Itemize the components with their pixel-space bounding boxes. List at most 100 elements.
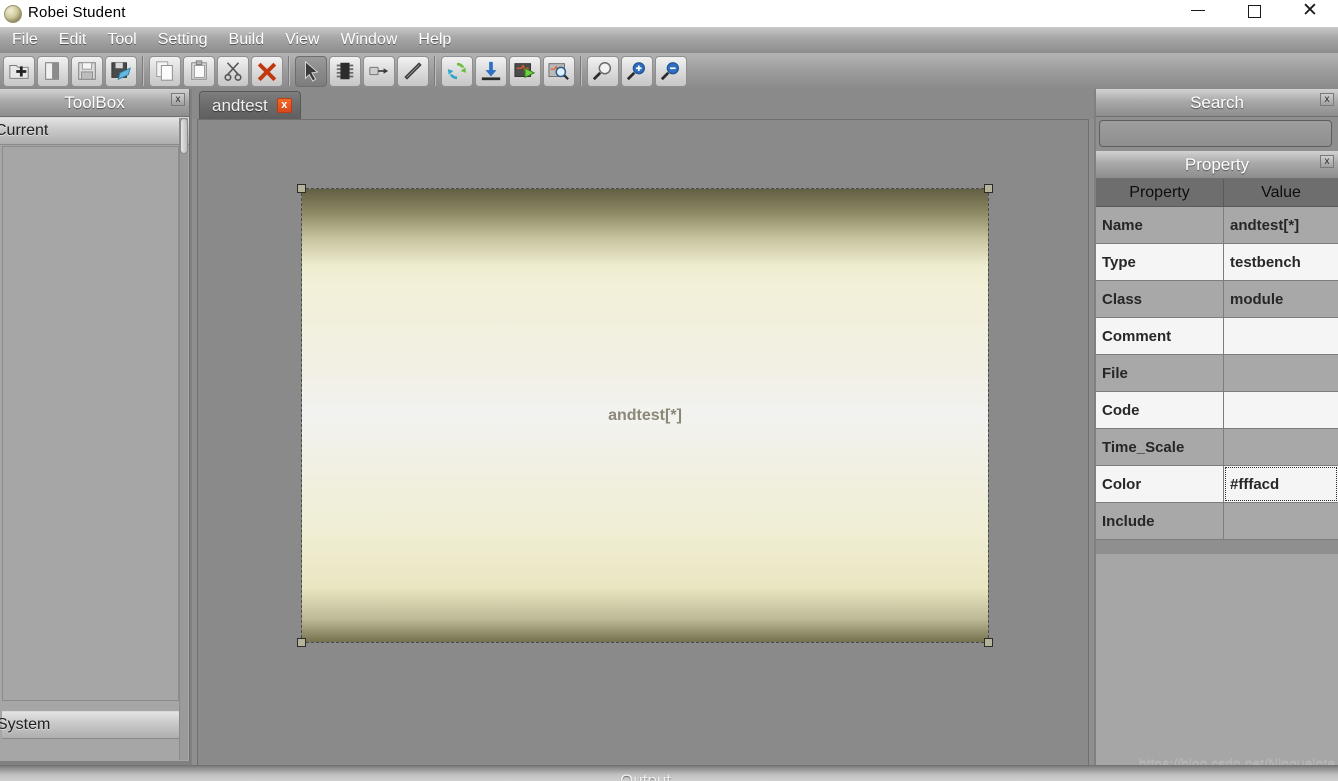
save-button[interactable] bbox=[71, 55, 103, 87]
search-panel-caption: Search x bbox=[1096, 89, 1338, 117]
module-block-andtest[interactable]: andtest[*] bbox=[297, 184, 993, 647]
menu-item-view[interactable]: View bbox=[275, 28, 330, 52]
toolbox-section-system-label: System bbox=[0, 716, 51, 733]
add-port-button[interactable] bbox=[363, 55, 395, 87]
output-panel-tab[interactable]: Output bbox=[620, 772, 671, 781]
toolbar-separator bbox=[580, 56, 582, 86]
new-project-button[interactable] bbox=[3, 55, 35, 87]
toolbox-panel: ToolBox x Current System bbox=[0, 89, 190, 761]
property-name: Comment bbox=[1096, 318, 1224, 354]
design-canvas[interactable]: andtest[*] Graph Code bbox=[197, 119, 1089, 781]
menu-item-file[interactable]: File bbox=[2, 28, 49, 52]
port-connector-icon bbox=[369, 66, 389, 76]
chip-module-icon bbox=[336, 62, 354, 80]
property-panel-caption: Property x bbox=[1096, 151, 1338, 179]
toolbar-separator bbox=[142, 56, 144, 86]
paste-icon bbox=[191, 60, 207, 80]
property-value-color[interactable]: #fffacd bbox=[1224, 466, 1338, 502]
table-row[interactable]: Type testbench bbox=[1096, 244, 1338, 281]
property-value[interactable] bbox=[1224, 503, 1338, 539]
toolbox-close-icon[interactable]: x bbox=[171, 93, 185, 106]
delete-x-icon bbox=[257, 62, 277, 82]
select-arrow-icon bbox=[305, 60, 319, 82]
add-wire-button[interactable] bbox=[397, 55, 429, 87]
search-panel-close-icon[interactable]: x bbox=[1320, 93, 1334, 106]
menu-item-build[interactable]: Build bbox=[219, 28, 276, 52]
save-as-icon bbox=[111, 62, 131, 81]
inspect-button[interactable] bbox=[543, 55, 575, 87]
window-controls: ✕ bbox=[1170, 0, 1338, 27]
property-name: Class bbox=[1096, 281, 1224, 317]
property-value[interactable]: module bbox=[1224, 281, 1338, 317]
resize-handle-bottom-right[interactable] bbox=[984, 638, 993, 647]
property-value[interactable] bbox=[1224, 355, 1338, 391]
document-tabstrip: andtest x bbox=[192, 89, 1094, 119]
save-as-button[interactable] bbox=[105, 55, 137, 87]
run-simulation-button[interactable] bbox=[509, 55, 541, 87]
maximize-icon[interactable] bbox=[1226, 0, 1282, 27]
delete-button[interactable] bbox=[251, 55, 283, 87]
zoom-fit-button[interactable] bbox=[587, 55, 619, 87]
inspect-waveform-icon bbox=[548, 63, 569, 81]
property-value[interactable] bbox=[1224, 429, 1338, 465]
document-tab-andtest[interactable]: andtest x bbox=[199, 91, 301, 119]
menu-bar: File Edit Tool Setting Build View Window… bbox=[0, 27, 1338, 53]
property-value[interactable] bbox=[1224, 318, 1338, 354]
right-dock: Search x Property x Property Value Name … bbox=[1096, 89, 1338, 781]
table-row[interactable]: Name andtest[*] bbox=[1096, 207, 1338, 244]
property-name: Name bbox=[1096, 207, 1224, 243]
property-name: File bbox=[1096, 355, 1224, 391]
copy-button[interactable] bbox=[149, 55, 181, 87]
toolbox-content-area bbox=[2, 146, 179, 701]
property-panel-close-icon[interactable]: x bbox=[1320, 155, 1334, 168]
open-folder-icon bbox=[45, 62, 59, 80]
table-row[interactable]: Code bbox=[1096, 392, 1338, 429]
canvas-viewport[interactable]: andtest[*] bbox=[198, 120, 1088, 754]
toolbox-section-system[interactable]: System bbox=[0, 711, 180, 739]
copy-icon bbox=[156, 61, 173, 81]
property-value[interactable]: andtest[*] bbox=[1224, 207, 1338, 243]
zoom-in-button[interactable] bbox=[621, 55, 653, 87]
menu-item-tool[interactable]: Tool bbox=[97, 28, 147, 52]
minimize-icon[interactable] bbox=[1170, 0, 1226, 27]
compile-button[interactable] bbox=[441, 55, 473, 87]
table-row[interactable]: Color #fffacd bbox=[1096, 466, 1338, 503]
search-input[interactable] bbox=[1099, 120, 1332, 147]
open-folder-button[interactable] bbox=[37, 55, 69, 87]
run-simulate-icon bbox=[514, 63, 536, 79]
sync-refresh-icon bbox=[447, 62, 467, 80]
paste-button[interactable] bbox=[183, 55, 215, 87]
property-name: Include bbox=[1096, 503, 1224, 539]
toolbar-separator bbox=[434, 56, 436, 86]
toolbox-scrollbar[interactable] bbox=[179, 118, 188, 760]
toolbox-scrollbar-thumb[interactable] bbox=[180, 118, 188, 154]
table-row[interactable]: File bbox=[1096, 355, 1338, 392]
toolbar-separator bbox=[288, 56, 290, 86]
download-button[interactable] bbox=[475, 55, 507, 87]
table-row[interactable]: Class module bbox=[1096, 281, 1338, 318]
property-value[interactable]: testbench bbox=[1224, 244, 1338, 280]
zoom-out-button[interactable] bbox=[655, 55, 687, 87]
resize-handle-top-right[interactable] bbox=[984, 184, 993, 193]
zoom-out-icon bbox=[660, 62, 679, 81]
close-icon[interactable]: ✕ bbox=[1282, 0, 1338, 27]
menu-item-help[interactable]: Help bbox=[408, 28, 462, 52]
add-module-button[interactable] bbox=[329, 55, 361, 87]
toolbox-section-current[interactable]: Current bbox=[0, 117, 189, 145]
property-name: Time_Scale bbox=[1096, 429, 1224, 465]
menu-item-edit[interactable]: Edit bbox=[49, 28, 98, 52]
property-value[interactable] bbox=[1224, 392, 1338, 428]
resize-handle-top-left[interactable] bbox=[297, 184, 306, 193]
table-row[interactable]: Include bbox=[1096, 503, 1338, 540]
zoom-fit-icon bbox=[592, 62, 612, 81]
toolbox-section-current-label: Current bbox=[0, 122, 49, 139]
cut-button[interactable] bbox=[217, 55, 249, 87]
toolbox-caption: ToolBox x bbox=[0, 89, 189, 117]
menu-item-window[interactable]: Window bbox=[331, 28, 409, 52]
resize-handle-bottom-left[interactable] bbox=[297, 638, 306, 647]
select-tool-button[interactable] bbox=[295, 55, 327, 87]
table-row[interactable]: Time_Scale bbox=[1096, 429, 1338, 466]
menu-item-setting[interactable]: Setting bbox=[148, 28, 219, 52]
table-row[interactable]: Comment bbox=[1096, 318, 1338, 355]
document-tab-close-icon[interactable]: x bbox=[276, 98, 292, 113]
